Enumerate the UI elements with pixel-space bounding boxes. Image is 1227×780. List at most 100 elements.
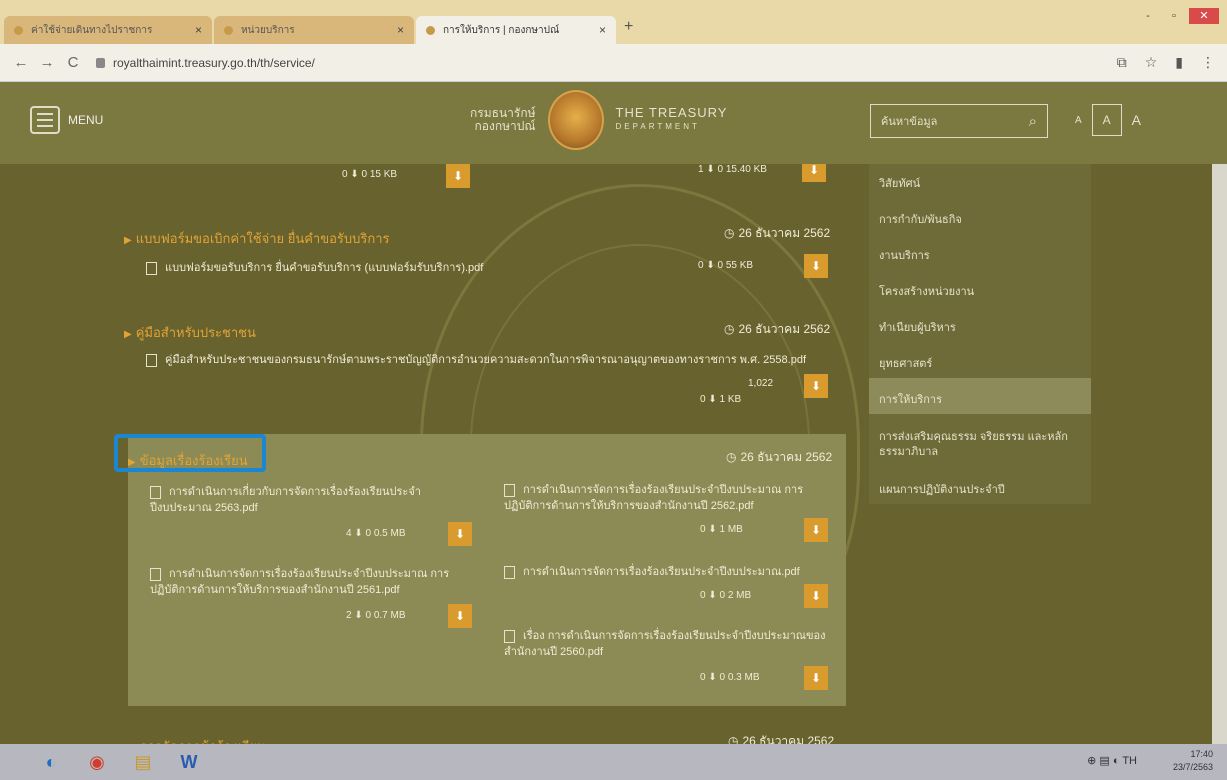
download-button[interactable]: ⬇ — [804, 518, 828, 542]
download-button[interactable]: ⬇ — [804, 666, 828, 690]
menu-button[interactable]: MENU — [30, 106, 103, 134]
file-link[interactable]: แบบฟอร์มขอรับบริการ ยื่นคำขอรับบริการ (แ… — [146, 260, 646, 276]
favicon-icon — [14, 25, 23, 35]
file-meta: 0 ⬇ 0 55 KB — [698, 260, 754, 271]
font-size-large-button[interactable]: A — [1132, 112, 1141, 128]
file-meta: 2 ⬇ 0 0.7 MB — [346, 610, 406, 621]
maximize-button[interactable]: ▫ — [1163, 8, 1185, 24]
pdf-icon — [504, 483, 515, 497]
translate-icon[interactable]: ⧉ — [1117, 54, 1127, 71]
file-meta: 0 ⬇ 1 KB — [700, 394, 742, 405]
download-button[interactable]: ⬇ — [804, 584, 828, 608]
pdf-icon — [146, 353, 157, 367]
forward-button[interactable]: → — [34, 54, 60, 71]
submenu-item-active[interactable]: การให้บริการ — [879, 390, 942, 408]
font-size-medium-button[interactable]: A — [1091, 104, 1122, 136]
highlight-box — [114, 434, 266, 472]
os-taskbar: ◐ ◉ ▤ W ⊕ ▤ ◐ TH 17:40 23/7/2563 — [0, 744, 1227, 780]
download-button[interactable]: ⬇ — [448, 604, 472, 628]
window-controls: - ▫ ✕ — [1137, 8, 1219, 24]
download-button[interactable]: ⬇ — [804, 374, 828, 398]
reload-button[interactable]: C — [60, 54, 86, 71]
browser-tab-bar: ค่าใช้จ่ายเดินทางไปราชการ × หน่วยบริการ … — [0, 0, 1227, 44]
word-icon[interactable]: W — [166, 745, 212, 779]
clock[interactable]: 17:40 23/7/2563 — [1173, 748, 1213, 774]
search-placeholder: ค้นหาข้อมูล — [881, 116, 938, 128]
file-meta: 0 ⬇ 0 2 MB — [700, 590, 752, 601]
submenu-item[interactable]: การกำกับ/พันธกิจ — [879, 210, 962, 228]
close-tab-icon[interactable]: × — [195, 23, 202, 37]
submenu-item[interactable]: ยุทธศาสตร์ — [879, 354, 932, 372]
close-tab-icon[interactable]: × — [397, 23, 404, 37]
lock-icon — [96, 57, 105, 68]
main-content: 0 ⬇ 0 15 KB ⬇ 1 ⬇ 0 15.40 KB ⬇ แบบฟอร์มข… — [0, 164, 1212, 744]
site-logo[interactable]: กรมธนารักษ์ กองกษาปณ์ THE TREASURY DEPAR… — [470, 90, 727, 150]
browser-tab[interactable]: หน่วยบริการ × — [214, 16, 414, 44]
org-name-en-1: THE TREASURY — [615, 105, 728, 120]
close-window-button[interactable]: ✕ — [1189, 8, 1219, 24]
file-meta: 1,022 — [748, 378, 774, 389]
search-icon[interactable]: ⌕ — [1029, 113, 1037, 130]
file-meta: 1 ⬇ 0 15.40 KB — [698, 164, 767, 175]
pdf-icon — [150, 485, 161, 499]
browser-tab-active[interactable]: การให้บริการ | กองกษาปณ์ × — [416, 16, 616, 44]
submenu-item[interactable]: วิสัยทัศน์ — [879, 174, 920, 192]
close-tab-icon[interactable]: × — [599, 23, 606, 37]
submenu-item[interactable]: ทำเนียบผู้บริหาร — [879, 318, 956, 336]
favicon-icon — [224, 25, 233, 35]
file-link[interactable]: การดำเนินการจัดการเรื่องร้องเรียนประจำปี… — [504, 564, 814, 580]
download-button[interactable]: ⬇ — [802, 164, 826, 182]
address-bar-actions: ⧉ ☆ ▮ ⋮ — [1117, 54, 1215, 71]
system-tray[interactable]: ⊕ ▤ ◐ TH — [1087, 754, 1137, 767]
tab-label: การให้บริการ | กองกษาปณ์ — [443, 24, 560, 36]
file-meta: 0 ⬇ 0 15 KB — [342, 169, 398, 180]
section-title[interactable]: แบบฟอร์มขอเบิกค่าใช้จ่าย ยื่นคำขอรับบริก… — [124, 228, 390, 249]
download-button[interactable]: ⬇ — [448, 522, 472, 546]
file-link[interactable]: เรื่อง การดำเนินการจัดการเรื่องร้องเรียน… — [504, 628, 834, 660]
submenu-item[interactable]: แผนการปฏิบัติงานประจำปี — [879, 480, 1005, 498]
url-field[interactable]: royalthaimint.treasury.go.th/th/service/ — [96, 56, 315, 70]
new-tab-button[interactable]: + — [624, 18, 633, 36]
chrome-icon[interactable]: ◉ — [74, 745, 120, 779]
org-name-th-2: กองกษาปณ์ — [474, 119, 536, 133]
file-link[interactable]: คู่มือสำหรับประชาชนของกรมธนารักษ์ตามพระร… — [146, 352, 836, 368]
bookmark-star-icon[interactable]: ☆ — [1145, 54, 1158, 71]
menu-label: MENU — [68, 113, 104, 127]
file-link[interactable]: การดำเนินการจัดการเรื่องร้องเรียนประจำปี… — [150, 566, 460, 598]
submenu-item[interactable]: การส่งเสริมคุณธรรม จริยธรรม และหลักธรรมา… — [879, 430, 1079, 460]
font-size-controls: A A A — [1075, 104, 1141, 136]
tab-label: หน่วยบริการ — [241, 24, 295, 36]
section-date: 26 ธันวาคม 2562 — [724, 320, 830, 339]
url-text: royalthaimint.treasury.go.th/th/service/ — [113, 55, 315, 70]
section-date: 26 ธันวาคม 2562 — [726, 448, 832, 467]
file-link[interactable]: การดำเนินการจัดการเรื่องร้องเรียนประจำปี… — [504, 482, 804, 514]
more-menu-icon[interactable]: ⋮ — [1201, 54, 1215, 71]
font-size-small-button[interactable]: A — [1075, 115, 1082, 126]
back-button[interactable]: ← — [8, 54, 34, 71]
extension-icon[interactable]: ▮ — [1175, 54, 1183, 71]
file-meta: 4 ⬇ 0 0.5 MB — [346, 528, 406, 539]
download-button[interactable]: ⬇ — [804, 254, 828, 278]
section-title[interactable]: การจัดการข้อร้องเรียน — [128, 736, 266, 744]
minimize-button[interactable]: - — [1137, 8, 1159, 24]
pdf-icon — [504, 565, 515, 579]
tab-label: ค่าใช้จ่ายเดินทางไปราชการ — [31, 24, 153, 36]
file-link[interactable]: การดำเนินการเกี่ยวกับการจัดการเรื่องร้อง… — [150, 484, 460, 516]
pdf-icon — [504, 629, 515, 643]
section-date: 26 ธันวาคม 2562 — [724, 224, 830, 243]
hamburger-icon — [30, 106, 60, 134]
submenu-item[interactable]: งานบริการ — [879, 246, 930, 264]
file-meta: 0 ⬇ 1 MB — [700, 524, 743, 535]
submenu-dropdown: วิสัยทัศน์ การกำกับ/พันธกิจ งานบริการ โค… — [869, 164, 1091, 504]
treasury-emblem-icon — [547, 90, 604, 150]
ie-icon[interactable]: ◐ — [28, 745, 74, 779]
submenu-item[interactable]: โครงสร้างหน่วยงาน — [879, 282, 974, 300]
search-input[interactable]: ค้นหาข้อมูล ⌕ — [870, 104, 1048, 138]
org-name-en-2: DEPARTMENT — [615, 122, 700, 131]
download-button[interactable]: ⬇ — [446, 164, 470, 188]
browser-tab[interactable]: ค่าใช้จ่ายเดินทางไปราชการ × — [4, 16, 212, 44]
favicon-icon — [426, 25, 435, 35]
file-explorer-icon[interactable]: ▤ — [120, 745, 166, 779]
section-title[interactable]: คู่มือสำหรับประชาชน — [124, 322, 256, 343]
site-header: MENU กรมธนารักษ์ กองกษาปณ์ THE TREASURY … — [0, 82, 1227, 164]
